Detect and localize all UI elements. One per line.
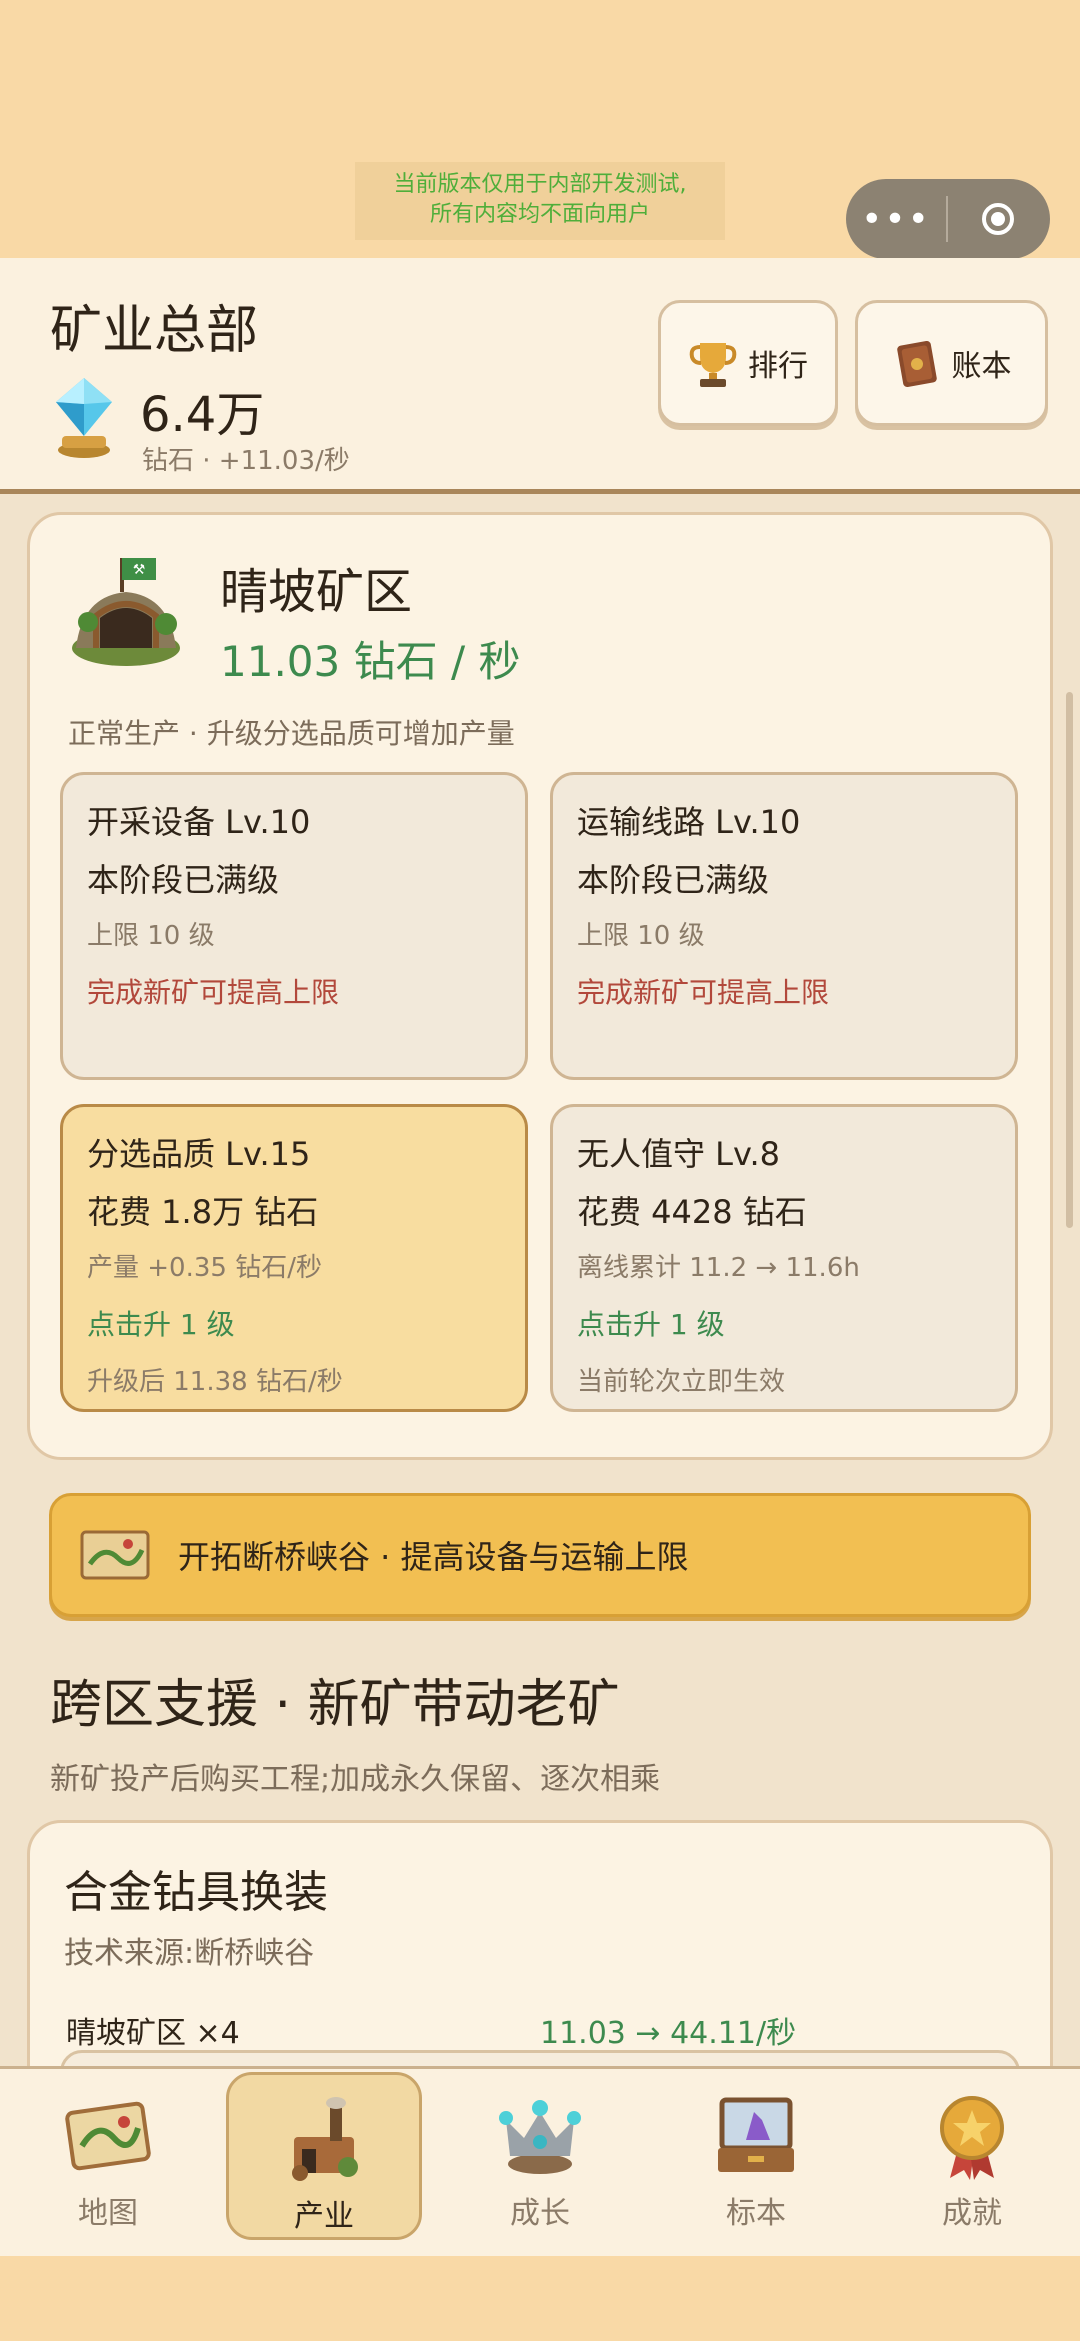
close-miniprogram-button[interactable] — [948, 203, 1048, 235]
banner-text: 开拓断桥峡谷 · 提高设备与运输上限 — [178, 1538, 689, 1576]
tile-main: 本阶段已满级 — [87, 861, 280, 899]
mine-rate: 11.03 钻石 / 秒 — [220, 637, 521, 686]
nav-label: 标本 — [726, 2196, 786, 2231]
tile-action: 点击升 1 级 — [87, 1308, 235, 1341]
tile-note: 完成新矿可提高上限 — [577, 976, 830, 1009]
nav-item-map[interactable]: 地图 — [10, 2072, 206, 2240]
tile-main: 花费 4428 钻石 — [577, 1193, 807, 1231]
crown-icon — [499, 2100, 581, 2174]
more-menu-button[interactable]: ••• — [846, 199, 946, 240]
trophy-icon — [689, 343, 737, 387]
tile-sub: 产量 +0.35 钻石/秒 — [87, 1253, 322, 1283]
ledger-button[interactable]: 账本 — [855, 300, 1048, 426]
explore-banner-button[interactable]: 开拓断桥峡谷 · 提高设备与运输上限 — [49, 1493, 1031, 1617]
nav-item-industry[interactable]: 产业 — [226, 2072, 422, 2240]
gem-amount: 6.4万 — [140, 387, 265, 443]
tile-action: 点击升 1 级 — [577, 1308, 725, 1341]
miniprogram-capsule: ••• — [846, 179, 1050, 259]
rank-label: 排行 — [748, 349, 808, 384]
upgrade-tile-unattended[interactable]: 无人值守 Lv.8 花费 4428 钻石 离线累计 11.2 → 11.6h 点… — [550, 1104, 1018, 1412]
nav-item-achievement[interactable]: 成就 — [874, 2072, 1070, 2240]
tile-title: 分选品质 Lv.15 — [87, 1135, 311, 1173]
tile-main: 花费 1.8万 钻石 — [87, 1193, 319, 1231]
nav-item-growth[interactable]: 成长 — [442, 2072, 638, 2240]
map-icon — [65, 2101, 151, 2171]
medal-icon — [940, 2096, 1004, 2180]
tile-sub: 上限 10 级 — [87, 921, 215, 951]
tile-sub: 上限 10 级 — [577, 921, 705, 951]
dev-notice: 当前版本仅用于内部开发测试, 所有内容均不面向用户 — [355, 162, 725, 240]
upgrade-tile-sorting-quality[interactable]: 分选品质 Lv.15 花费 1.8万 钻石 产量 +0.35 钻石/秒 点击升 … — [60, 1104, 528, 1412]
tile-foot: 升级后 11.38 钻石/秒 — [87, 1367, 343, 1397]
specimen-box-icon — [718, 2097, 794, 2172]
svg-text:⚒: ⚒ — [133, 562, 146, 578]
section-subtitle: 新矿投产后购买工程;加成永久保留、逐次相乘 — [50, 1762, 661, 1797]
nav-label: 地图 — [78, 2196, 138, 2231]
rank-button[interactable]: 排行 — [658, 300, 838, 426]
dev-notice-line2: 所有内容均不面向用户 — [429, 202, 650, 227]
mine-entrance-icon: ⚒ — [72, 558, 180, 666]
support-rate-line: 11.03 → 44.11/秒 — [540, 2016, 797, 2051]
tile-main: 本阶段已满级 — [577, 861, 770, 899]
mine-status: 正常生产 · 升级分选品质可增加产量 — [68, 717, 515, 750]
bottom-safe-area — [0, 2256, 1080, 2341]
map-scroll-icon — [80, 1530, 150, 1580]
page-title: 矿业总部 — [50, 301, 259, 361]
tile-foot: 当前轮次立即生效 — [577, 1367, 786, 1397]
tile-title: 运输线路 Lv.10 — [577, 803, 801, 841]
support-card-title: 合金钻具换装 — [64, 1867, 328, 1918]
dev-notice-line1: 当前版本仅用于内部开发测试, — [393, 172, 687, 197]
nav-label: 产业 — [294, 2199, 354, 2234]
nav-label: 成就 — [942, 2196, 1002, 2231]
nav-item-specimen[interactable]: 标本 — [658, 2072, 854, 2240]
section-title: 跨区支援 · 新矿带动老矿 — [50, 1675, 620, 1735]
ledger-label: 账本 — [951, 349, 1012, 384]
tile-sub: 离线累计 11.2 → 11.6h — [577, 1253, 860, 1283]
tile-title: 开采设备 Lv.10 — [87, 803, 311, 841]
target-icon — [982, 203, 1014, 235]
tile-title: 无人值守 Lv.8 — [577, 1135, 780, 1173]
diamond-pedestal-icon — [56, 378, 112, 458]
support-mine-line: 晴坡矿区 ×4 — [66, 2016, 240, 2051]
book-icon — [896, 341, 937, 387]
upgrade-tile-transport-route: 运输线路 Lv.10 本阶段已满级 上限 10 级 完成新矿可提高上限 — [550, 772, 1018, 1080]
nav-label: 成长 — [510, 2196, 570, 2231]
upgrade-tile-mining-equipment: 开采设备 Lv.10 本阶段已满级 上限 10 级 完成新矿可提高上限 — [60, 772, 528, 1080]
tile-note: 完成新矿可提高上限 — [87, 976, 340, 1009]
scrollbar[interactable] — [1066, 692, 1073, 1228]
support-card-source: 技术来源:断桥峡谷 — [64, 1936, 315, 1971]
factory-icon — [292, 2097, 358, 2181]
gem-rate-text: 钻石 · +11.03/秒 — [142, 446, 350, 476]
mine-name: 晴坡矿区 — [220, 564, 413, 620]
